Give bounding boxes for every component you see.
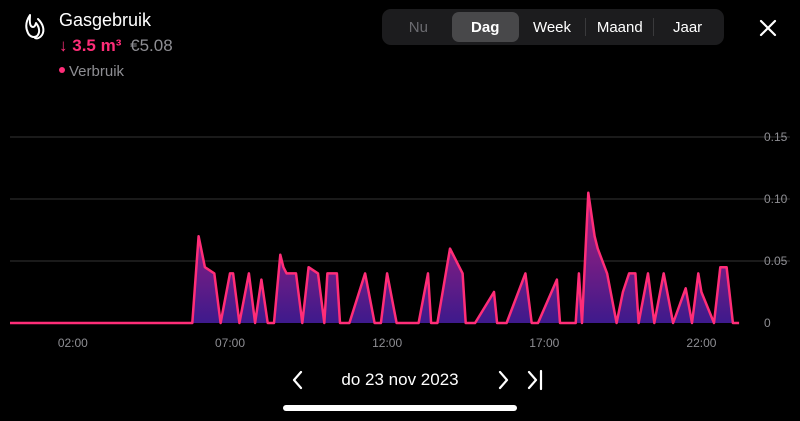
y-tick-label: 0.05: [764, 254, 788, 268]
y-tick-label: 0.10: [764, 192, 788, 206]
home-indicator[interactable]: [283, 405, 517, 411]
x-tick-label: 07:00: [215, 336, 245, 350]
x-tick-label: 22:00: [686, 336, 716, 350]
y-tick-label: 0.15: [764, 130, 788, 144]
x-tick-label: 02:00: [58, 336, 88, 350]
x-tick-label: 17:00: [529, 336, 559, 350]
usage-area-fill: [10, 192, 740, 323]
chevron-left-icon[interactable]: [286, 368, 310, 392]
usage-chart: 0 0.05 0.10 0.15 02:00 07:00 12:00 17:00 22:00: [10, 130, 790, 350]
y-tick-label: 0: [764, 316, 771, 330]
date-navigation: do 23 nov 2023: [0, 368, 800, 392]
x-tick-label: 12:00: [372, 336, 402, 350]
skip-to-end-icon[interactable]: [523, 368, 547, 392]
chevron-right-icon[interactable]: [491, 368, 515, 392]
current-date: do 23 nov 2023: [341, 370, 459, 389]
